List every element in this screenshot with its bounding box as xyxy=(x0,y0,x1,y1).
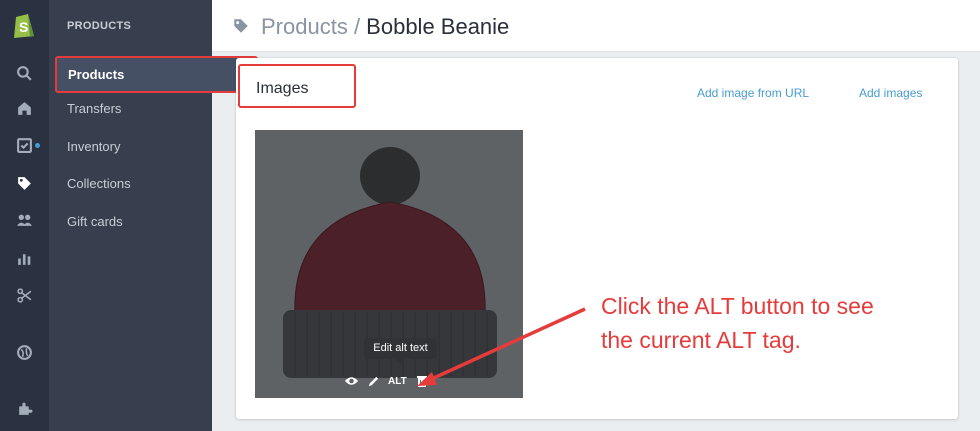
images-section-title: Images xyxy=(256,80,309,97)
discounts-icon[interactable] xyxy=(14,285,34,305)
trash-icon[interactable] xyxy=(415,374,429,388)
subnav-section-title: PRODUCTS xyxy=(67,20,132,32)
alt-button[interactable]: ALT xyxy=(388,376,407,387)
products-tag-icon[interactable] xyxy=(14,173,34,193)
subnav-item-transfers[interactable]: Transfers xyxy=(53,91,208,127)
page-title: Bobble Beanie xyxy=(366,14,510,39)
subnav-item-gift-cards[interactable]: Gift cards xyxy=(53,204,208,240)
image-actions: ALT xyxy=(344,372,429,390)
icon-rail: S xyxy=(0,0,49,431)
breadcrumb: Products / Bobble Beanie xyxy=(261,14,509,40)
subnav-item-inventory[interactable]: Inventory xyxy=(53,129,208,165)
tag-icon xyxy=(232,17,250,35)
eye-icon[interactable] xyxy=(344,375,359,387)
product-image-thumbnail[interactable]: Edit alt text ALT xyxy=(255,130,523,398)
edit-alt-text-tooltip: Edit alt text xyxy=(364,338,437,364)
annotation-line-1: Click the ALT button to see xyxy=(601,293,874,319)
breadcrumb-separator: / xyxy=(347,14,367,39)
subnav-item-products[interactable]: Products xyxy=(55,56,258,93)
home-icon[interactable] xyxy=(14,98,34,118)
subnav-item-collections[interactable]: Collections xyxy=(53,166,208,202)
products-subnav: PRODUCTS Products Transfers Inventory Co… xyxy=(49,0,258,431)
online-store-icon[interactable] xyxy=(14,342,34,362)
search-icon[interactable] xyxy=(14,63,34,83)
notification-dot xyxy=(35,143,40,148)
svg-text:S: S xyxy=(19,19,28,35)
reports-icon[interactable] xyxy=(14,248,34,268)
orders-icon[interactable] xyxy=(14,135,34,155)
images-card: Images Add image from URL Add images Edi… xyxy=(236,58,958,419)
breadcrumb-parent-link[interactable]: Products xyxy=(261,14,348,39)
apps-icon[interactable] xyxy=(14,398,34,418)
page-header: Products / Bobble Beanie xyxy=(212,0,980,52)
add-images-link[interactable]: Add images xyxy=(859,86,922,100)
pencil-icon[interactable] xyxy=(367,375,380,388)
shopify-logo-icon[interactable]: S xyxy=(10,10,38,40)
add-image-from-url-link[interactable]: Add image from URL xyxy=(697,86,809,100)
annotation-text: Click the ALT button to see the current … xyxy=(601,289,941,357)
customers-icon[interactable] xyxy=(14,210,34,230)
annotation-line-2: the current ALT tag. xyxy=(601,327,801,353)
